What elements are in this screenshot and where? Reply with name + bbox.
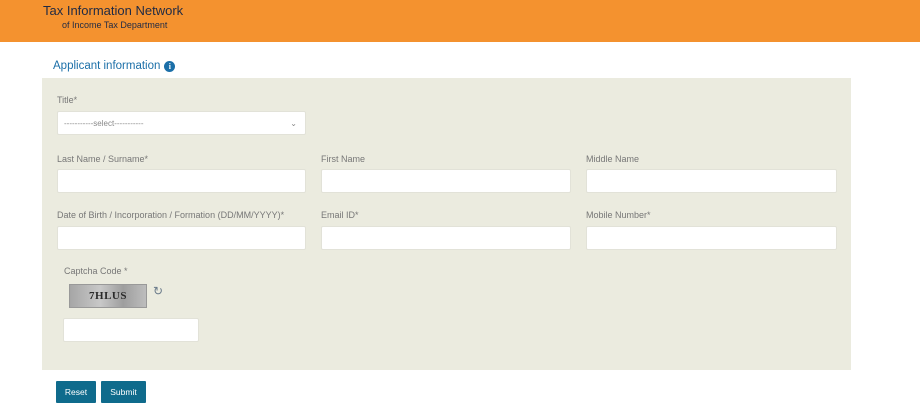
submit-button[interactable]: Submit <box>101 381 146 403</box>
site-subtitle: of Income Tax Department <box>62 20 168 30</box>
email-label: Email ID* <box>321 210 359 220</box>
dob-label: Date of Birth / Incorporation / Formatio… <box>57 210 285 220</box>
last-name-input[interactable] <box>57 169 306 193</box>
middle-name-input[interactable] <box>586 169 837 193</box>
reset-button[interactable]: Reset <box>56 381 96 403</box>
first-name-label: First Name <box>321 154 366 164</box>
title-select-value: -----------select----------- <box>64 118 144 128</box>
title-select[interactable]: -----------select----------- ⌄ <box>57 111 306 135</box>
section-title: Applicant information <box>53 60 161 72</box>
captcha-image: 7HLUS <box>69 284 147 308</box>
first-name-input[interactable] <box>321 169 571 193</box>
section-heading: Applicant information i <box>53 60 176 72</box>
mobile-label: Mobile Number* <box>586 210 651 220</box>
dob-input[interactable] <box>57 226 306 250</box>
middle-name-label: Middle Name <box>586 154 640 164</box>
title-label: Title* <box>57 95 78 105</box>
mobile-input[interactable] <box>586 226 837 250</box>
last-name-label: Last Name / Surname* <box>57 154 149 164</box>
chevron-down-icon: ⌄ <box>290 118 297 128</box>
email-input[interactable] <box>321 226 571 250</box>
site-title: Tax Information Network <box>43 3 184 18</box>
captcha-input[interactable] <box>63 318 199 342</box>
site-header: Tax Information Network of Income Tax De… <box>0 0 920 42</box>
refresh-icon[interactable]: ↻ <box>153 284 163 298</box>
captcha-label: Captcha Code * <box>64 266 128 276</box>
info-icon[interactable]: i <box>164 60 176 72</box>
